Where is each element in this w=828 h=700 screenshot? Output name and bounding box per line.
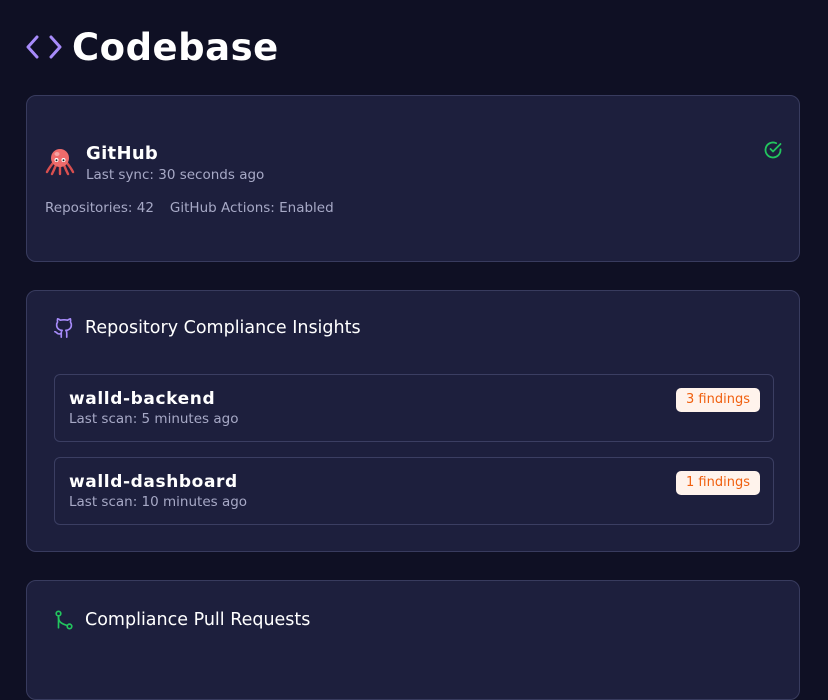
github-icon <box>53 317 75 339</box>
repo-name: walld-backend <box>69 389 216 409</box>
page-header: Codebase <box>26 22 279 72</box>
repo-last-scan: Last scan: 5 minutes ago <box>69 411 239 427</box>
repo-name: walld-dashboard <box>69 472 238 492</box>
findings-badge[interactable]: 1 findings <box>676 471 760 495</box>
repository-insights-header: Repository Compliance Insights <box>53 317 361 339</box>
repo-item-walld-backend[interactable]: walld-backend Last scan: 5 minutes ago 3… <box>54 374 774 442</box>
github-last-sync: Last sync: 30 seconds ago <box>86 167 265 183</box>
github-meta: Repositories: 42 GitHub Actions: Enabled <box>45 200 334 216</box>
findings-badge[interactable]: 3 findings <box>676 388 760 412</box>
repository-insights-title: Repository Compliance Insights <box>85 318 361 338</box>
page-title: Codebase <box>72 25 279 69</box>
github-info: GitHub Last sync: 30 seconds ago <box>86 143 265 184</box>
git-pull-request-icon <box>53 609 75 631</box>
pull-requests-header: Compliance Pull Requests <box>53 609 310 631</box>
check-circle-icon <box>763 140 783 160</box>
octopus-icon <box>45 146 75 176</box>
github-header: GitHub Last sync: 30 seconds ago <box>45 144 264 183</box>
github-integration-card[interactable]: GitHub Last sync: 30 seconds ago Reposit… <box>26 95 800 262</box>
repo-item-walld-dashboard[interactable]: walld-dashboard Last scan: 10 minutes ag… <box>54 457 774 525</box>
repository-insights-card: Repository Compliance Insights walld-bac… <box>26 290 800 552</box>
repositories-count: Repositories: 42 <box>45 200 154 216</box>
code-brackets-icon <box>26 34 64 60</box>
pull-requests-card: Compliance Pull Requests <box>26 580 800 700</box>
repo-last-scan: Last scan: 10 minutes ago <box>69 494 248 510</box>
pull-requests-title: Compliance Pull Requests <box>85 610 311 630</box>
github-actions-status: GitHub Actions: Enabled <box>169 200 334 216</box>
github-name: GitHub <box>86 143 159 164</box>
